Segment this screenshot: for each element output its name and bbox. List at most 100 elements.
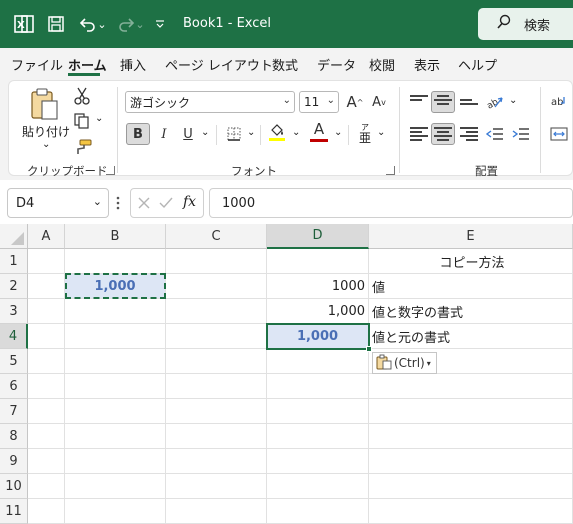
grid-cell[interactable] bbox=[267, 499, 369, 524]
cell-e1[interactable]: コピー方法 bbox=[369, 249, 573, 274]
align-left-icon[interactable] bbox=[407, 123, 431, 145]
phonetic-guide-button[interactable]: ア 亜 bbox=[357, 123, 373, 144]
grid-cell[interactable] bbox=[28, 399, 65, 424]
grid-cell[interactable] bbox=[166, 349, 267, 374]
wrap-text-icon[interactable]: ab bbox=[547, 91, 571, 113]
top-align-icon[interactable] bbox=[407, 91, 431, 113]
font-launcher-icon[interactable] bbox=[386, 166, 395, 175]
grid-cell[interactable] bbox=[369, 499, 573, 524]
grid-cell[interactable] bbox=[28, 424, 65, 449]
paste-options-button[interactable]: (Ctrl) ▾ bbox=[372, 352, 437, 374]
grid-cell[interactable] bbox=[28, 349, 65, 374]
grid-cell[interactable] bbox=[65, 374, 166, 399]
grid-cell[interactable] bbox=[28, 474, 65, 499]
copy-dropdown-icon[interactable]: ⌄ bbox=[95, 113, 103, 124]
underline-dropdown-icon[interactable]: ⌄ bbox=[201, 127, 209, 138]
grid-cell[interactable] bbox=[65, 299, 166, 324]
grid-cell[interactable] bbox=[65, 324, 166, 349]
cell-e2[interactable]: 値 bbox=[369, 274, 573, 299]
clipboard-launcher-icon[interactable] bbox=[106, 166, 115, 175]
grid-cell[interactable] bbox=[166, 374, 267, 399]
insert-function-icon[interactable]: fx bbox=[183, 194, 196, 210]
grid-cell[interactable] bbox=[28, 324, 65, 349]
format-painter-icon[interactable] bbox=[74, 139, 92, 159]
grid-cell[interactable] bbox=[65, 424, 166, 449]
row-header-1[interactable]: 1 bbox=[0, 249, 28, 274]
align-right-icon[interactable] bbox=[457, 123, 481, 145]
decrease-font-size-button[interactable]: Av bbox=[367, 91, 391, 113]
grid-cell[interactable] bbox=[28, 374, 65, 399]
grid-cell[interactable] bbox=[166, 399, 267, 424]
grid-cell[interactable] bbox=[28, 274, 65, 299]
row-header-8[interactable]: 8 bbox=[0, 424, 28, 449]
merge-center-icon[interactable] bbox=[547, 123, 571, 145]
cell-d2[interactable]: 1000 bbox=[267, 274, 369, 299]
grid-cell[interactable] bbox=[166, 424, 267, 449]
enter-check-icon[interactable] bbox=[159, 196, 173, 214]
grid-cell[interactable] bbox=[267, 449, 369, 474]
grid-cell[interactable] bbox=[166, 499, 267, 524]
grid-cell[interactable] bbox=[267, 474, 369, 499]
cell-d3[interactable]: 1,000 bbox=[267, 299, 369, 324]
tab-formulas[interactable]: 数式 bbox=[272, 55, 298, 74]
cell-e4[interactable]: 値と元の書式 bbox=[369, 324, 573, 349]
cancel-icon[interactable] bbox=[137, 196, 151, 214]
row-header-9[interactable]: 9 bbox=[0, 449, 28, 474]
grid-cell[interactable] bbox=[65, 249, 166, 274]
tab-help[interactable]: ヘルプ bbox=[458, 55, 497, 74]
underline-button[interactable]: U bbox=[176, 123, 200, 145]
grid-cell[interactable] bbox=[369, 449, 573, 474]
grid-cell[interactable] bbox=[267, 399, 369, 424]
fill-color-icon[interactable] bbox=[265, 121, 289, 143]
column-header-c[interactable]: C bbox=[166, 224, 267, 249]
column-header-e[interactable]: E bbox=[369, 224, 573, 249]
undo-dropdown-icon[interactable]: ⌄ bbox=[96, 12, 108, 36]
row-header-11[interactable]: 11 bbox=[0, 499, 28, 524]
grid-cell[interactable] bbox=[267, 349, 369, 374]
cut-icon[interactable] bbox=[74, 87, 90, 109]
row-header-10[interactable]: 10 bbox=[0, 474, 28, 499]
grid-cell[interactable] bbox=[166, 274, 267, 299]
row-header-3[interactable]: 3 bbox=[0, 299, 28, 324]
row-header-5[interactable]: 5 bbox=[0, 349, 28, 374]
font-size-dropdown[interactable]: 11 ⌄ bbox=[299, 91, 339, 113]
name-box[interactable]: D4 ⌄ bbox=[7, 188, 109, 218]
borders-icon[interactable] bbox=[222, 123, 246, 145]
grid-cell[interactable] bbox=[28, 499, 65, 524]
paste-dropdown-icon[interactable]: ⌄ bbox=[42, 139, 50, 150]
middle-align-icon[interactable] bbox=[431, 91, 455, 113]
tab-home[interactable]: ホーム bbox=[68, 55, 107, 74]
orientation-icon[interactable]: ab bbox=[483, 91, 507, 113]
grid-cell[interactable] bbox=[267, 249, 369, 274]
row-header-6[interactable]: 6 bbox=[0, 374, 28, 399]
row-header-7[interactable]: 7 bbox=[0, 399, 28, 424]
font-name-dropdown[interactable]: 游ゴシック ⌄ bbox=[125, 91, 295, 113]
tab-view[interactable]: 表示 bbox=[414, 55, 440, 74]
tab-file[interactable]: ファイル bbox=[11, 55, 63, 74]
tab-data[interactable]: データ bbox=[317, 55, 356, 74]
bold-button[interactable]: B bbox=[126, 123, 150, 145]
worksheet-grid[interactable]: A B C D E 1 2 3 4 5 6 7 8 9 10 11 コピー方法 … bbox=[0, 224, 573, 524]
fill-color-dropdown-icon[interactable]: ⌄ bbox=[292, 127, 300, 138]
row-header-4[interactable]: 4 bbox=[0, 324, 28, 349]
grid-cell[interactable] bbox=[166, 449, 267, 474]
grid-cell[interactable] bbox=[369, 399, 573, 424]
grid-cell[interactable] bbox=[65, 474, 166, 499]
grid-cell[interactable] bbox=[65, 499, 166, 524]
grid-cell[interactable] bbox=[166, 474, 267, 499]
grid-cell[interactable] bbox=[267, 374, 369, 399]
phonetic-dropdown-icon[interactable]: ⌄ bbox=[377, 127, 385, 138]
grid-cell[interactable] bbox=[28, 299, 65, 324]
grid-cell[interactable] bbox=[166, 299, 267, 324]
column-header-d[interactable]: D bbox=[267, 224, 369, 249]
tab-insert[interactable]: 挿入 bbox=[120, 55, 146, 74]
grid-cell[interactable] bbox=[65, 349, 166, 374]
grid-cell[interactable] bbox=[369, 374, 573, 399]
search-box[interactable]: 検索 bbox=[478, 8, 573, 40]
grid-cell[interactable] bbox=[369, 424, 573, 449]
row-header-2[interactable]: 2 bbox=[0, 274, 28, 299]
font-color-button[interactable]: A bbox=[307, 120, 331, 143]
select-all-corner[interactable] bbox=[0, 224, 28, 249]
grid-cell[interactable] bbox=[28, 249, 65, 274]
grid-cell[interactable] bbox=[166, 249, 267, 274]
